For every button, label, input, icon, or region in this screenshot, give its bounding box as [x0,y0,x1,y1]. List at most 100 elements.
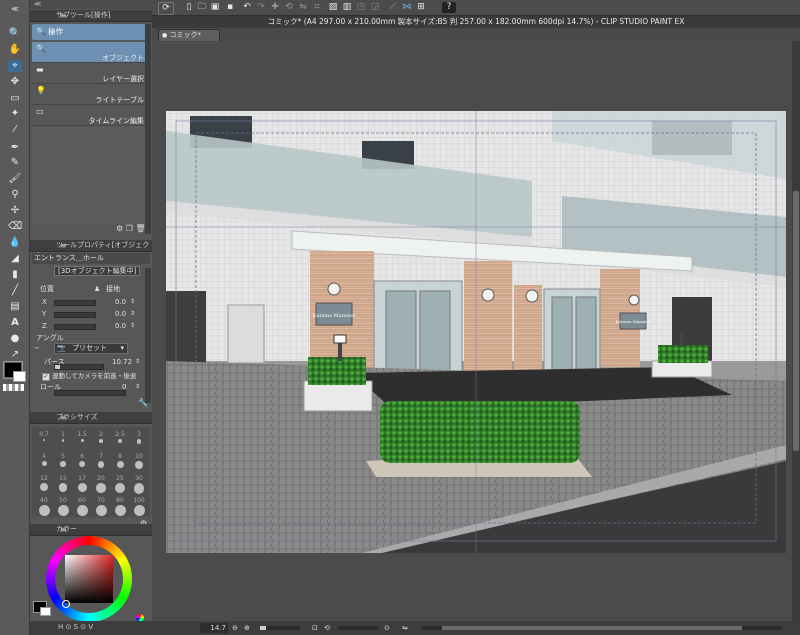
axis-value[interactable]: 0.0 [115,297,126,307]
stepper-icon[interactable]: ⇕ [130,309,135,319]
roll-slider[interactable] [54,390,126,396]
crop-icon[interactable]: ⌗ [312,2,322,13]
eraser-tool-icon[interactable]: ⌫ [8,221,22,233]
rotate-icon[interactable]: ⟲ [284,2,294,13]
collapse-icon[interactable]: ≪ [8,3,22,15]
preset-dropdown[interactable]: 📷 プリセット ▾ [54,343,128,354]
move-layer-tool-icon[interactable]: ✥ [8,76,22,88]
canvas-horizontal-scrollbar[interactable] [422,626,782,630]
blend-tool-icon[interactable]: 💧 [8,237,22,249]
axis-y-slider[interactable] [54,312,96,318]
text-tool-icon[interactable]: A [8,317,22,329]
snap-grid-icon[interactable]: ⊞ [416,2,426,13]
panel-footer-icons[interactable]: H ⊙ S ⊙ V [58,623,93,631]
zoom-slider[interactable] [260,626,300,630]
snap-ruler-icon[interactable]: ⟋ [388,2,398,13]
auto-select-tool-icon[interactable]: ✦ [8,108,22,120]
copy-icon[interactable]: ❐ [126,224,133,233]
correct-line-tool-icon[interactable]: ↗ [8,349,22,361]
sub-color-swatch[interactable] [13,371,26,382]
subtool-item-object[interactable]: 🔍 オブジェクト [32,42,150,63]
flip-view-icon[interactable]: ⇋ [402,621,408,635]
reset-rotation-icon[interactable]: ⊙ [384,621,390,635]
color-panel-title[interactable]: ≡ カラー [30,524,152,536]
subtool-item-light-table[interactable]: 💡 ライトテーブル [32,84,150,105]
pencil-tool-icon[interactable]: ✎ [8,157,22,169]
selection-tool-icon[interactable]: ▭ [8,93,22,105]
rotate-view-icon[interactable]: ⟲ [324,621,330,635]
stepper-icon[interactable]: ⇕ [135,357,140,367]
canvas-area[interactable]: Katama Mansion Katama Mansion [152,41,792,621]
axis-value[interactable]: 0.0 [115,309,126,319]
stepper-icon[interactable]: ⇕ [135,382,140,392]
transform-icon[interactable]: ✚ [270,2,280,13]
subtool-item-layer-select[interactable]: ▬ レイヤー選択 [32,63,150,84]
figure-tool-icon[interactable]: ╱ [8,285,22,297]
close-icon[interactable]: ● [162,32,167,39]
rotation-slider[interactable] [338,626,378,630]
fill-tool-icon[interactable]: ◢ [8,253,22,265]
redo-icon[interactable]: ↷ [256,2,266,13]
hand-tool-icon[interactable]: ✋ [8,44,22,56]
brushsize-panel-title[interactable]: ≡ ブラシサイズ [30,412,152,424]
subtool-group-operation[interactable]: 🔍 操作 [32,24,150,40]
eyedropper-tool-icon[interactable]: ⁄ [8,124,22,136]
brushsize-cell[interactable]: 3 [128,431,150,445]
settings-icon[interactable]: ⚙ [116,224,123,233]
zoom-out-icon[interactable]: ⊖ [232,621,238,635]
clear-icon[interactable]: ▪ [225,2,235,13]
perspective-value[interactable]: 10.72 [112,357,132,367]
airbrush-tool-icon[interactable]: ⚲ [8,189,22,201]
subtool-item-timeline[interactable]: ▭ タイムライン編集 [32,105,150,126]
brushsize-cell[interactable]: 10 [128,453,150,469]
canvas-scene[interactable]: Katama Mansion Katama Mansion [152,41,792,621]
operation-tool-icon[interactable]: ⌖ [8,60,22,72]
stepper-icon[interactable]: ⇕ [130,321,135,331]
toolprop-panel-title[interactable]: ≡ ツールプロパティ[オブジェクト] [30,240,152,260]
brush-tool-icon[interactable]: 🖌 [8,173,22,185]
toolprop-scrollbar[interactable] [145,268,151,403]
collapse-minus-icon[interactable]: − [34,343,40,353]
help-icon[interactable]: ? [442,2,456,13]
color-wheel[interactable] [46,536,132,622]
gradient-tool-icon[interactable]: ▮ [8,269,22,281]
fit-icon[interactable]: ⊡ [312,621,318,635]
snap-special-ruler-icon[interactable]: ⋈ [402,2,412,13]
roll-value[interactable]: 0 [122,382,126,392]
clip-logo-icon[interactable]: ⟳ [158,2,174,15]
selection-in-icon[interactable]: ◲ [370,2,380,13]
open-icon[interactable]: 🗀 [197,2,207,13]
axis-z-slider[interactable] [54,324,96,330]
zoom-in-icon[interactable]: ⊕ [244,621,250,635]
flip-icon[interactable]: ⇋ [298,2,308,13]
subtool-scrollbar[interactable] [145,24,151,234]
perspective-slider[interactable] [54,364,104,370]
axis-value[interactable]: 0.0 [115,321,126,331]
stepper-icon[interactable]: ⇕ [130,297,135,307]
brushsize-cell[interactable]: 30 [128,475,150,494]
transparent-color-swatch[interactable] [3,384,24,391]
ground-icon[interactable]: ♟ [94,284,100,294]
color-picker-cursor[interactable] [62,600,70,608]
subtool-panel-title[interactable]: ≡ サブツール[操作] [30,10,152,22]
color-saturation-square[interactable] [65,555,113,603]
selection-out-icon[interactable]: ◳ [356,2,366,13]
zoom-value[interactable]: 14.7 [200,623,228,633]
collapse-icon[interactable]: ≪ [34,0,41,8]
frame-border-tool-icon[interactable]: ▤ [8,301,22,313]
brushsize-cell[interactable]: 100 [128,497,150,516]
canvas-vertical-scrollbar[interactable] [792,41,800,621]
save-icon[interactable]: ▣ [210,2,220,13]
pen-tool-icon[interactable]: ✒ [8,142,22,154]
brushsize-dot [80,439,84,442]
camera-follow-checkbox[interactable]: ✓ [42,373,50,381]
selection-clear-icon[interactable]: ▥ [342,2,352,13]
undo-icon[interactable]: ↶ [242,2,252,13]
zoom-tool-icon[interactable]: 🔍 [8,28,22,40]
color-sub-swatch[interactable] [40,607,51,616]
new-icon[interactable]: ▯ [184,2,194,13]
axis-x-slider[interactable] [54,300,96,306]
balloon-tool-icon[interactable]: ● [8,333,22,345]
selection-fill-icon[interactable]: ▨ [328,2,338,13]
decoration-tool-icon[interactable]: ✢ [8,205,22,217]
